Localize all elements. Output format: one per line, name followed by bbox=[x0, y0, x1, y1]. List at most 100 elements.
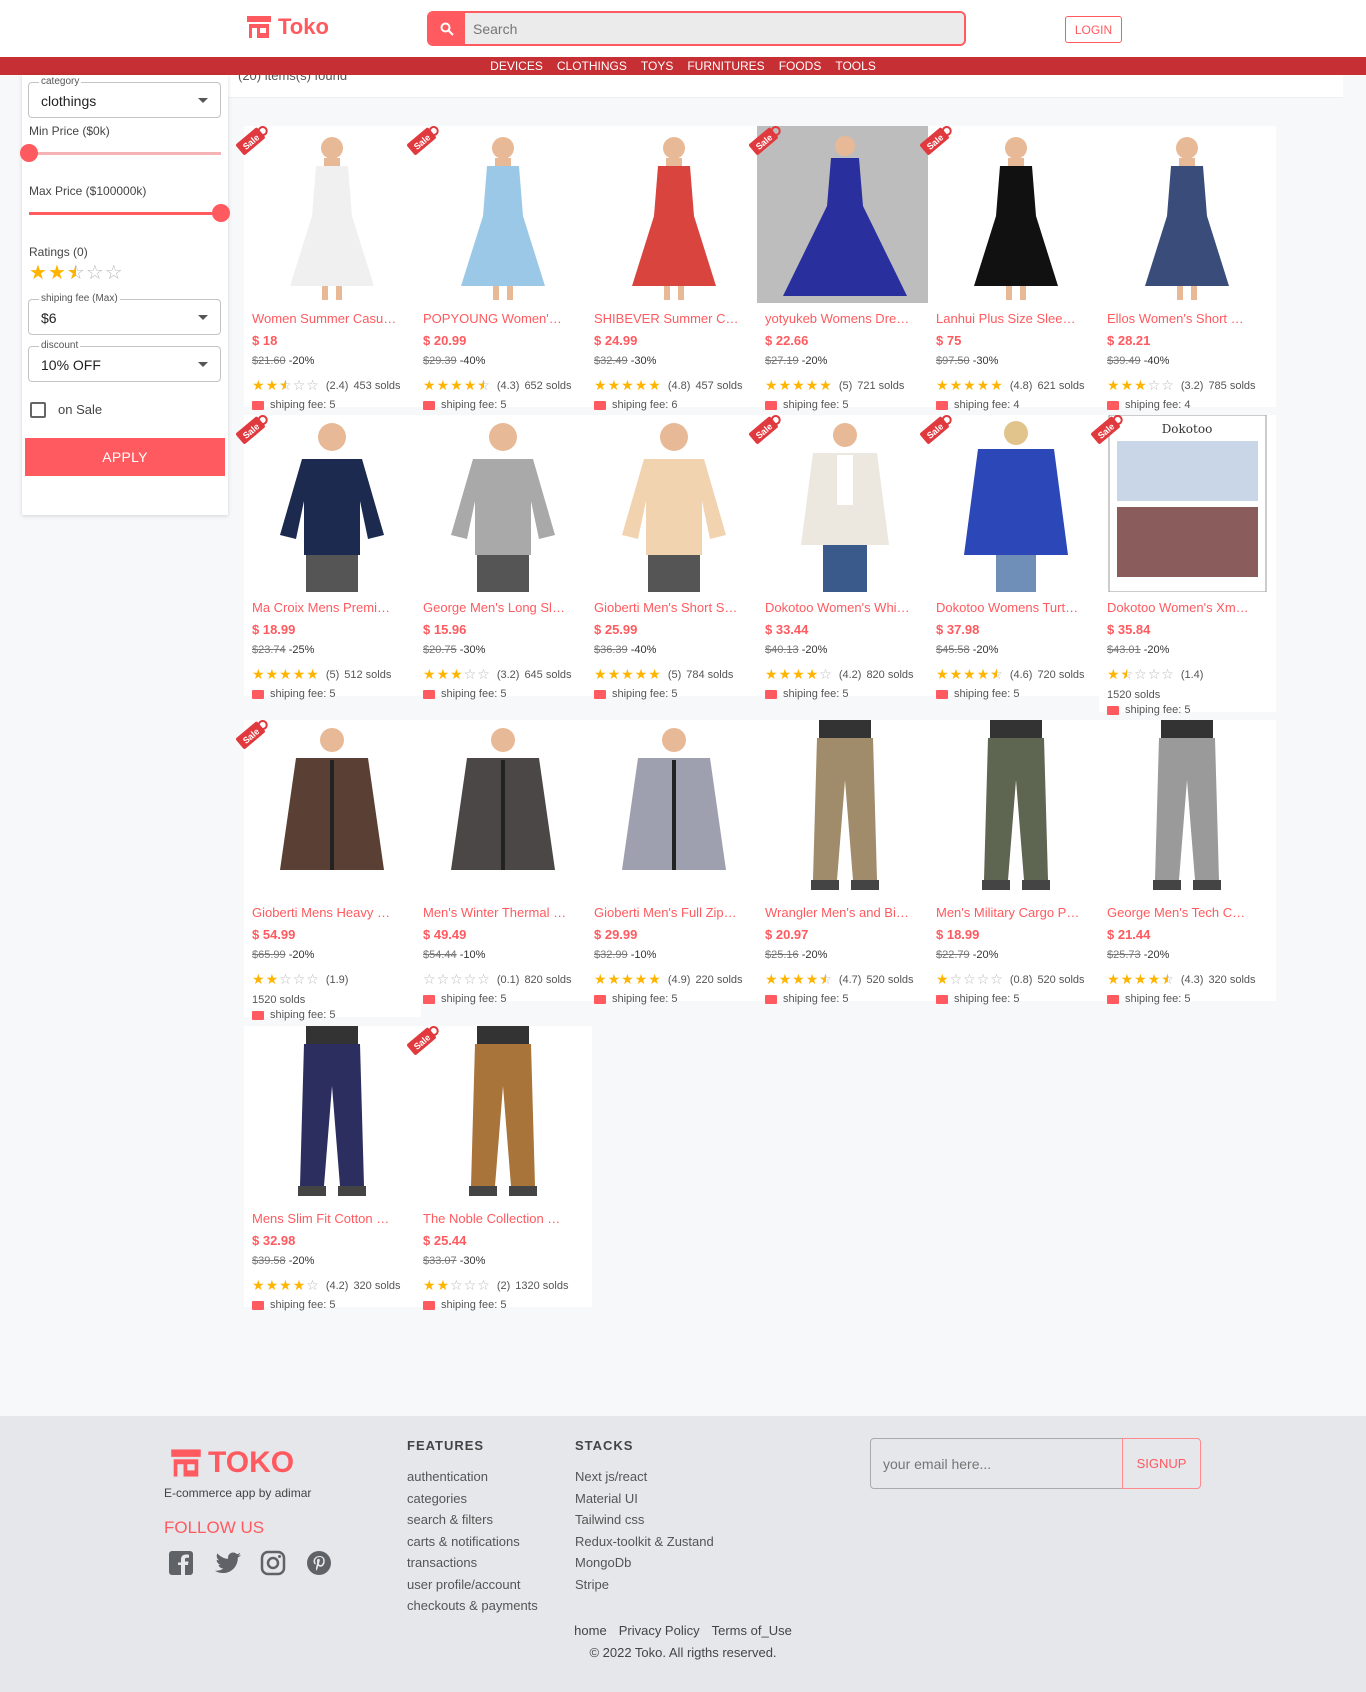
product-title[interactable]: George Men's Tech C… bbox=[1107, 905, 1270, 920]
max-price-thumb[interactable] bbox=[212, 204, 230, 222]
pinterest-icon[interactable] bbox=[306, 1550, 332, 1576]
product-card[interactable]: Sale Dokotoo Womens Turt… $ 37.98 $45.58 -2… bbox=[920, 415, 1105, 700]
stack-item[interactable]: Material UI bbox=[575, 1491, 714, 1513]
product-card[interactable]: Sale Lanhui Plus Size Slee… $ 75 $97.50 -30… bbox=[920, 126, 1105, 411]
nav-item-toys[interactable]: TOYS bbox=[641, 57, 673, 75]
login-button[interactable]: LOGIN bbox=[1065, 16, 1122, 43]
product-image[interactable] bbox=[757, 720, 934, 897]
footer-link[interactable]: Privacy Policy bbox=[619, 1623, 700, 1638]
stack-item[interactable]: MongoDb bbox=[575, 1555, 714, 1577]
feature-item[interactable]: authentication bbox=[407, 1469, 538, 1491]
product-image[interactable] bbox=[928, 720, 1105, 897]
discount-percent: -20% bbox=[288, 355, 315, 367]
product-rating: ★★★☆☆ (3.2) 645 solds bbox=[423, 666, 572, 683]
product-title[interactable]: Men's Winter Thermal … bbox=[423, 905, 586, 920]
stack-item[interactable]: Stripe bbox=[575, 1577, 714, 1599]
stack-item[interactable]: Redux-toolkit & Zustand bbox=[575, 1534, 714, 1556]
rating-value: (1.9) bbox=[325, 973, 349, 986]
product-card[interactable]: Gioberti Men's Short S… $ 25.99 $36.39 -40… bbox=[586, 415, 763, 700]
product-card[interactable]: Sale POPYOUNG Women'… $ 20.99 $29.39 -40% ★★… bbox=[407, 126, 592, 411]
product-title[interactable]: George Men's Long Sl… bbox=[423, 600, 586, 615]
nav-item-devices[interactable]: DEVICES bbox=[490, 57, 543, 75]
product-title[interactable]: SHIBEVER Summer C… bbox=[594, 311, 757, 326]
product-card[interactable]: Gioberti Men's Full Zip… $ 29.99 $32.99 -1… bbox=[586, 720, 763, 1005]
brand-logo[interactable]: Toko bbox=[246, 14, 329, 40]
nav-item-foods[interactable]: FOODS bbox=[779, 57, 822, 75]
product-card[interactable]: Men's Winter Thermal … $ 49.49 $54.44 -10%… bbox=[415, 720, 592, 1005]
nav-item-tools[interactable]: TOOLS bbox=[835, 57, 875, 75]
signup-button[interactable]: SIGNUP bbox=[1122, 1438, 1201, 1489]
product-image[interactable] bbox=[586, 720, 763, 897]
product-card[interactable]: Dokotoo Sale Dokotoo Women's Xm… $ 35.84 $43… bbox=[1091, 415, 1276, 716]
original-price-value: $29.39 bbox=[423, 355, 457, 367]
product-card[interactable]: Men's Military Cargo P… $ 18.99 $22.79 -20… bbox=[928, 720, 1105, 1005]
product-card[interactable]: Sale yotyukeb Womens Dre… $ 22.66 $27.19 -2… bbox=[749, 126, 934, 411]
product-title[interactable]: Gioberti Men's Short S… bbox=[594, 600, 757, 615]
product-card[interactable]: George Men's Tech C… $ 21.44 $25.73 -20% ★★… bbox=[1099, 720, 1276, 1005]
product-title[interactable]: Mens Slim Fit Cotton … bbox=[252, 1211, 415, 1226]
product-image[interactable] bbox=[586, 126, 763, 303]
product-card[interactable]: SHIBEVER Summer C… $ 24.99 $32.49 -30% ★★★★… bbox=[586, 126, 763, 411]
search-input[interactable] bbox=[465, 13, 964, 44]
max-price-slider[interactable] bbox=[29, 204, 230, 222]
product-card[interactable]: Sale Gioberti Mens Heavy … $ 54.99 $65.99 -… bbox=[236, 720, 421, 1021]
footer-link[interactable]: home bbox=[574, 1623, 607, 1638]
product-title[interactable]: Ellos Women's Short … bbox=[1107, 311, 1270, 326]
product-title[interactable]: Men's Military Cargo P… bbox=[936, 905, 1099, 920]
product-image[interactable] bbox=[1099, 126, 1276, 303]
product-image[interactable] bbox=[415, 720, 592, 897]
product-card[interactable]: Sale The Noble Collection … $ 25.44 $33.07 … bbox=[407, 1026, 592, 1311]
chevron-down-icon bbox=[198, 315, 208, 320]
original-price-value: $25.73 bbox=[1107, 949, 1141, 961]
min-price-slider[interactable] bbox=[20, 144, 221, 162]
product-title[interactable]: Women Summer Casu… bbox=[252, 311, 415, 326]
product-title[interactable]: Dokotoo Womens Turt… bbox=[936, 600, 1099, 615]
product-title[interactable]: POPYOUNG Women'… bbox=[423, 311, 586, 326]
search-button[interactable] bbox=[429, 13, 465, 44]
product-image[interactable] bbox=[586, 415, 763, 592]
truck-icon bbox=[765, 400, 777, 410]
footer-link[interactable]: Terms of_Use bbox=[712, 1623, 792, 1638]
stack-item[interactable]: Tailwind css bbox=[575, 1512, 714, 1534]
product-card[interactable]: George Men's Long Sl… $ 15.96 $20.75 -30% ★… bbox=[415, 415, 592, 700]
facebook-icon[interactable] bbox=[168, 1550, 194, 1576]
product-title[interactable]: Dokotoo Women's Whi… bbox=[765, 600, 928, 615]
footer-logo[interactable]: TOKO bbox=[170, 1446, 294, 1480]
product-title[interactable]: The Noble Collection … bbox=[423, 1211, 586, 1226]
nav-item-clothings[interactable]: CLOTHINGS bbox=[557, 57, 627, 75]
product-title[interactable]: Ma Croix Mens Premi… bbox=[252, 600, 415, 615]
product-card[interactable]: Mens Slim Fit Cotton … $ 32.98 $39.58 -20%… bbox=[244, 1026, 421, 1311]
product-card[interactable]: Wrangler Men's and Bi… $ 20.97 $25.16 -20%… bbox=[757, 720, 934, 1005]
on-sale-checkbox[interactable] bbox=[30, 402, 46, 418]
stack-item[interactable]: Next js/react bbox=[575, 1469, 714, 1491]
product-title[interactable]: Dokotoo Women's Xm… bbox=[1107, 600, 1270, 615]
product-title[interactable]: Lanhui Plus Size Slee… bbox=[936, 311, 1099, 326]
twitter-icon[interactable] bbox=[214, 1550, 241, 1576]
shipping-fee-select[interactable]: shiping fee (Max) $6 bbox=[28, 293, 221, 335]
feature-item[interactable]: categories bbox=[407, 1491, 538, 1513]
product-title[interactable]: Gioberti Mens Heavy … bbox=[252, 905, 415, 920]
product-image[interactable] bbox=[1099, 720, 1276, 897]
email-input[interactable] bbox=[870, 1438, 1123, 1489]
discount-select[interactable]: discount 10% OFF bbox=[28, 340, 221, 382]
feature-item[interactable]: checkouts & payments bbox=[407, 1598, 538, 1620]
product-card[interactable]: Sale Dokotoo Women's Whi… $ 33.44 $40.13 -2… bbox=[749, 415, 934, 700]
nav-item-furnitures[interactable]: FURNITURES bbox=[687, 57, 764, 75]
feature-item[interactable]: search & filters bbox=[407, 1512, 538, 1534]
product-card[interactable]: Ellos Women's Short … $ 28.21 $39.49 -40% ★… bbox=[1099, 126, 1276, 411]
product-card[interactable]: Sale Ma Croix Mens Premi… $ 18.99 $23.74 -2… bbox=[236, 415, 421, 700]
product-image[interactable] bbox=[244, 1026, 421, 1203]
instagram-icon[interactable] bbox=[260, 1550, 286, 1576]
feature-item[interactable]: user profile/account bbox=[407, 1577, 538, 1599]
product-image[interactable] bbox=[415, 415, 592, 592]
apply-button[interactable]: APPLY bbox=[25, 438, 225, 476]
product-title[interactable]: yotyukeb Womens Dre… bbox=[765, 311, 928, 326]
ratings-stars[interactable]: ★★☆★☆☆ bbox=[29, 263, 123, 283]
product-title[interactable]: Gioberti Men's Full Zip… bbox=[594, 905, 757, 920]
category-select[interactable]: category clothings bbox=[28, 76, 221, 118]
product-title[interactable]: Wrangler Men's and Bi… bbox=[765, 905, 928, 920]
feature-item[interactable]: transactions bbox=[407, 1555, 538, 1577]
product-card[interactable]: Sale Women Summer Casu… $ 18 $21.60 -20% ★★☆… bbox=[236, 126, 421, 411]
min-price-thumb[interactable] bbox=[20, 144, 38, 162]
feature-item[interactable]: carts & notifications bbox=[407, 1534, 538, 1556]
